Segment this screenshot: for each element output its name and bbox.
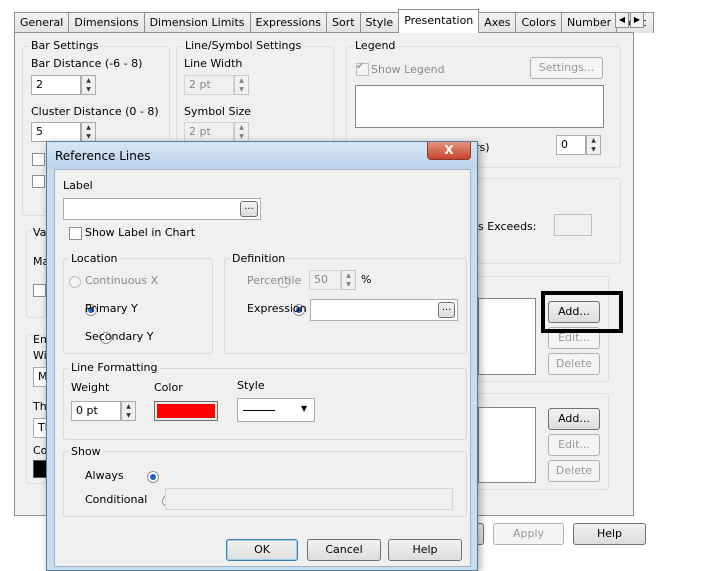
- chevron-down-icon: ▼: [301, 404, 308, 413]
- cluster-distance-spinner[interactable]: ▲ ▼: [81, 122, 96, 142]
- tab-general[interactable]: General: [14, 12, 70, 33]
- dialog-help-button[interactable]: Help: [388, 539, 462, 561]
- line-symbol-title: Line/Symbol Settings: [183, 39, 304, 52]
- weight-label: Weight: [71, 381, 110, 394]
- checkbox-partial-1[interactable]: [32, 153, 45, 166]
- rows-input[interactable]: 0: [556, 135, 586, 155]
- label-input[interactable]: [63, 198, 261, 220]
- expression-label: Expression: [247, 302, 307, 315]
- legend-title: Legend: [353, 39, 398, 52]
- weight-input[interactable]: 0 pt: [71, 401, 121, 421]
- symbol-size-spinner[interactable]: ▲ ▼: [234, 122, 249, 142]
- dialog-client-area: Label ... Show Label in Chart Location C…: [54, 169, 471, 567]
- show-label-checkbox[interactable]: [69, 227, 82, 240]
- show-legend-label: Show Legend: [371, 63, 445, 76]
- tab-style[interactable]: Style: [359, 12, 400, 33]
- text-listbox[interactable]: [478, 407, 536, 483]
- tab-presentation[interactable]: Presentation: [398, 9, 480, 33]
- bar-settings-title: Bar Settings: [29, 39, 101, 52]
- tab-dimensions[interactable]: Dimensions: [68, 12, 145, 33]
- bar-distance-label: Bar Distance (-6 - 8): [31, 57, 143, 70]
- tab-sort[interactable]: Sort: [325, 12, 361, 33]
- line-width-spinner[interactable]: ▲ ▼: [234, 75, 249, 95]
- help-button[interactable]: Help: [573, 523, 646, 545]
- expression-edit-button[interactable]: ...: [438, 302, 455, 318]
- close-icon[interactable]: X: [427, 142, 471, 160]
- always-label: Always: [85, 469, 124, 482]
- weight-spinner[interactable]: ▲ ▼: [121, 401, 136, 421]
- text-delete-button[interactable]: Delete: [548, 460, 600, 482]
- label-expression-button[interactable]: ...: [240, 201, 258, 217]
- percent-sign: %: [361, 273, 372, 286]
- legend-listbox[interactable]: [355, 85, 604, 128]
- percentile-spinner[interactable]: ▲ ▼: [341, 270, 356, 290]
- color-swatch-partial[interactable]: [33, 460, 47, 478]
- tab-strip: General Dimensions Dimension Limits Expr…: [14, 9, 655, 33]
- tab-expressions[interactable]: Expressions: [249, 12, 327, 33]
- tab-number[interactable]: Number: [560, 12, 618, 33]
- continuous-x-label: Continuous X: [85, 274, 159, 287]
- show-label-text: Show Label in Chart: [85, 226, 196, 239]
- secondary-y-label: Secondary Y: [85, 330, 154, 343]
- line-formatting-title: Line Formatting: [69, 361, 160, 374]
- continuous-x-radio[interactable]: [69, 276, 81, 288]
- symbol-size-label: Symbol Size: [184, 105, 252, 118]
- conditional-input[interactable]: [165, 488, 453, 510]
- line-width-label: Line Width: [184, 57, 243, 70]
- checkbox-partial-2[interactable]: [32, 175, 45, 188]
- annotation-highlight-box: [541, 291, 623, 333]
- line-style-select[interactable]: ▼: [237, 398, 315, 422]
- tab-scroll-left-icon[interactable]: ◀: [615, 12, 629, 28]
- exceeds-label: s Exceeds:: [478, 220, 537, 233]
- exceeds-color-box[interactable]: [554, 214, 592, 236]
- th-field-partial[interactable]: Th: [33, 418, 52, 438]
- tab-colors[interactable]: Colors: [515, 12, 562, 33]
- checkbox-partial-3[interactable]: [33, 284, 46, 297]
- text-edit-button[interactable]: Edit...: [548, 434, 600, 456]
- legend-settings-button[interactable]: Settings...: [530, 57, 603, 79]
- always-radio[interactable]: [146, 471, 159, 483]
- cancel-button[interactable]: Cancel: [307, 539, 381, 561]
- location-title: Location: [69, 252, 120, 265]
- cluster-distance-label: Cluster Distance (0 - 8): [31, 105, 159, 118]
- reference-lines-listbox[interactable]: [478, 298, 536, 375]
- percentile-input[interactable]: 50: [309, 270, 341, 290]
- percentile-label: Percentile: [247, 274, 302, 287]
- definition-title: Definition: [230, 252, 288, 265]
- line-color-swatch: [157, 404, 215, 418]
- symbol-size-input[interactable]: 2 pt: [184, 122, 234, 142]
- label-group-title: Label: [63, 179, 93, 192]
- tab-axes[interactable]: Axes: [478, 12, 517, 33]
- line-style-preview: [243, 410, 275, 411]
- reference-delete-button[interactable]: Delete: [548, 353, 600, 375]
- color-label: Color: [154, 381, 183, 394]
- check-icon: ✔: [356, 61, 365, 72]
- line-width-input[interactable]: 2 pt: [184, 75, 234, 95]
- wi-label-partial: Wi: [33, 349, 47, 362]
- dialog-titlebar[interactable]: Reference Lines: [47, 142, 477, 169]
- dialog-title: Reference Lines: [55, 149, 151, 163]
- tab-scroll-right-icon[interactable]: ▶: [630, 12, 644, 28]
- line-color-button[interactable]: [154, 401, 218, 421]
- style-label: Style: [237, 379, 265, 392]
- bar-distance-input[interactable]: 2: [31, 75, 81, 95]
- apply-button[interactable]: Apply: [493, 523, 564, 545]
- cluster-distance-input[interactable]: 5: [31, 122, 81, 142]
- show-title: Show: [69, 445, 103, 458]
- primary-y-label: Primary Y: [85, 302, 138, 315]
- expression-input[interactable]: [310, 299, 458, 321]
- bar-distance-spinner[interactable]: ▲ ▼: [81, 75, 96, 95]
- reference-lines-dialog: Reference Lines X Label ... Show Label i…: [46, 141, 478, 571]
- rows-spinner[interactable]: ▲ ▼: [586, 135, 601, 155]
- tab-dimension-limits[interactable]: Dimension Limits: [143, 12, 251, 33]
- text-add-button[interactable]: Add...: [548, 408, 600, 430]
- values-group-partial: [26, 230, 46, 318]
- mi-field-partial[interactable]: Mi: [33, 367, 51, 387]
- ok-button[interactable]: OK: [226, 539, 298, 561]
- hidden-button-partial[interactable]: [478, 523, 484, 545]
- conditional-label: Conditional: [85, 493, 148, 506]
